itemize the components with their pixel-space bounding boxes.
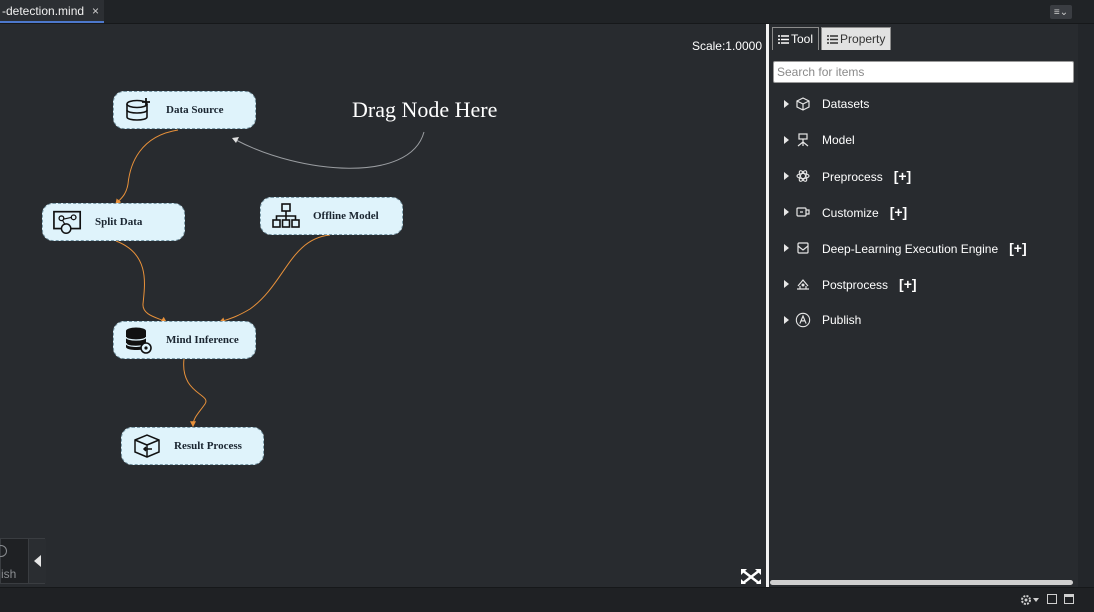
tab-property[interactable]: Property bbox=[821, 27, 892, 50]
tree-item-model[interactable]: Model bbox=[769, 122, 1078, 158]
tree-item-postprocess[interactable]: Postprocess [+] bbox=[769, 266, 1078, 302]
label-text: Model bbox=[822, 133, 855, 147]
node-split-data[interactable]: Split Data bbox=[42, 203, 185, 241]
caret-right-icon[interactable] bbox=[784, 100, 789, 108]
horizontal-scrollbar[interactable] bbox=[770, 580, 1073, 585]
label-text: Publish bbox=[822, 313, 862, 327]
node-result-process[interactable]: Result Process bbox=[121, 427, 264, 465]
tab-detection-mind[interactable]: -detection.mind × bbox=[0, 0, 104, 23]
tab-menu-button[interactable]: ≡⌄ bbox=[1050, 5, 1072, 19]
drawer-label: ish bbox=[1, 567, 17, 581]
panel-toggle-icon[interactable] bbox=[1064, 594, 1074, 604]
flow-canvas[interactable]: Scale:1.0000 Drag Node Here Data Source … bbox=[0, 24, 766, 584]
tab-property-label: Property bbox=[840, 32, 886, 46]
add-engine-button[interactable]: [+] bbox=[1009, 240, 1027, 256]
tab-tool-label: Tool bbox=[791, 32, 814, 46]
label-text: Datasets bbox=[822, 97, 870, 111]
postprocess-icon bbox=[795, 276, 811, 292]
editor-tabbar: -detection.mind × ≡⌄ bbox=[0, 0, 1094, 24]
panel-scroll-track bbox=[1078, 24, 1094, 587]
panel-tabs: Tool Property bbox=[772, 27, 893, 50]
cube-icon bbox=[795, 96, 811, 112]
tree-item-datasets[interactable]: Datasets bbox=[769, 86, 1078, 122]
status-bar bbox=[0, 587, 1094, 612]
label-text: Preprocess bbox=[822, 170, 883, 184]
caret-right-icon[interactable] bbox=[784, 280, 789, 288]
publish-drawer[interactable]: ish bbox=[0, 538, 46, 584]
customize-icon bbox=[795, 204, 811, 220]
engine-icon bbox=[795, 240, 811, 256]
chevron-left-icon bbox=[33, 555, 41, 567]
tab-label: -detection.mind bbox=[2, 3, 85, 18]
add-customize-button[interactable]: [+] bbox=[890, 204, 908, 220]
list-icon bbox=[827, 34, 839, 44]
label-text: Deep-Learning Execution Engine bbox=[822, 242, 999, 256]
edge-inference-result bbox=[183, 358, 207, 428]
caret-right-icon[interactable] bbox=[784, 208, 789, 216]
publish-icon bbox=[0, 545, 7, 557]
caret-right-icon[interactable] bbox=[784, 316, 789, 324]
search-input[interactable] bbox=[773, 61, 1074, 83]
edge-offline-inference bbox=[218, 234, 331, 324]
label-text: Customize bbox=[822, 206, 879, 220]
close-icon[interactable]: × bbox=[92, 4, 99, 18]
restore-icon[interactable] bbox=[1047, 594, 1057, 604]
label-text: Postprocess bbox=[822, 278, 889, 292]
tree-item-label: Model bbox=[822, 133, 855, 147]
caret-right-icon[interactable] bbox=[784, 244, 789, 252]
add-postprocess-button[interactable]: [+] bbox=[899, 276, 917, 292]
edge-datasource-split bbox=[115, 129, 179, 205]
tree-item-customize[interactable]: Customize [+] bbox=[769, 194, 1078, 230]
node-label: Mind Inference bbox=[166, 334, 239, 346]
tree-item-label: Publish bbox=[822, 313, 861, 327]
box-arrow-icon bbox=[132, 431, 162, 461]
tool-tree: Datasets Model Preprocess [+] Customize [+… bbox=[769, 86, 1078, 338]
tab-tool[interactable]: Tool bbox=[772, 27, 820, 50]
hierarchy-icon bbox=[271, 201, 301, 231]
node-mind-inference[interactable]: Mind Inference bbox=[113, 321, 256, 359]
caret-right-icon[interactable] bbox=[784, 172, 789, 180]
tree-item-label: Customize [+] bbox=[822, 204, 907, 220]
drag-hint-curve bbox=[235, 131, 425, 169]
tree-item-label: Preprocess [+] bbox=[822, 168, 911, 184]
tree-item-label: Postprocess [+] bbox=[822, 276, 917, 292]
tool-panel: Tool Property Datasets Model Pre bbox=[769, 24, 1078, 587]
atom-icon bbox=[795, 168, 811, 184]
database-add-icon bbox=[124, 95, 154, 125]
node-offline-model[interactable]: Offline Model bbox=[260, 197, 403, 235]
list-icon bbox=[778, 34, 789, 44]
collapse-arrow-button[interactable] bbox=[28, 539, 46, 583]
tree-item-label: Datasets bbox=[822, 97, 869, 111]
add-preprocess-button[interactable]: [+] bbox=[894, 168, 912, 184]
split-chart-icon bbox=[53, 207, 83, 237]
caret-right-icon[interactable] bbox=[784, 136, 789, 144]
drag-hint-arrowhead bbox=[232, 137, 239, 143]
edge-split-inference bbox=[115, 240, 167, 323]
model-icon bbox=[795, 132, 811, 148]
tree-item-publish[interactable]: Publish bbox=[769, 302, 1078, 338]
drag-hint-text: Drag Node Here bbox=[352, 97, 498, 122]
publish-icon bbox=[795, 312, 811, 328]
tree-item-dl-engine[interactable]: Deep-Learning Execution Engine [+] bbox=[769, 230, 1078, 266]
tree-item-preprocess[interactable]: Preprocess [+] bbox=[769, 158, 1078, 194]
node-data-source[interactable]: Data Source bbox=[113, 91, 256, 129]
tree-item-label: Deep-Learning Execution Engine [+] bbox=[822, 240, 1027, 256]
node-label: Split Data bbox=[95, 216, 143, 228]
gear-icon[interactable] bbox=[1020, 594, 1042, 606]
app-window: -detection.mind × ≡⌄ Scale:1.0000 Drag N… bbox=[0, 0, 1094, 612]
node-label: Data Source bbox=[166, 104, 224, 116]
fullscreen-icon[interactable] bbox=[740, 568, 762, 584]
node-label: Result Process bbox=[174, 440, 242, 452]
database-gear-icon bbox=[124, 325, 154, 355]
node-label: Offline Model bbox=[313, 210, 379, 222]
scale-label: Scale:1.0000 bbox=[691, 39, 762, 53]
